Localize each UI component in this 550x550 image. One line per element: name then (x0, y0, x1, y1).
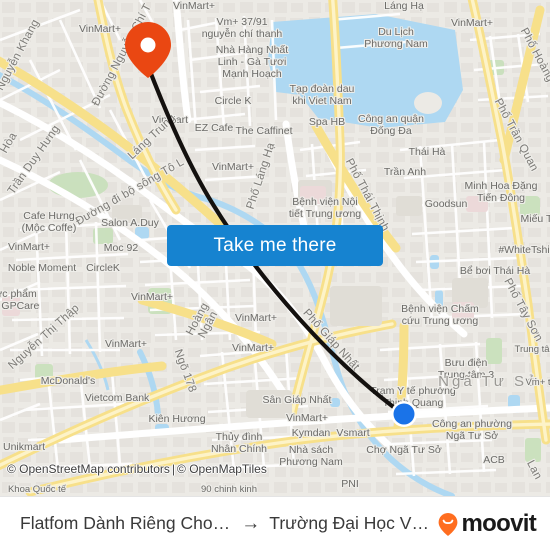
moovit-pin-icon (438, 512, 457, 536)
osm-attribution-link[interactable]: © OpenStreetMap contributors (7, 462, 170, 476)
moovit-logo[interactable]: moovit (435, 509, 537, 538)
map-canvas[interactable]: Nguyễn Khang Đường Nguyễn Chí T VinMart+ Vi… (0, 0, 550, 496)
take-me-there-button[interactable]: Take me there (167, 225, 383, 266)
moovit-wordmark: moovit (461, 509, 537, 537)
trip-summary[interactable]: Flatfom Dành Riêng Cho Xe… → Trường Đại … (20, 513, 435, 535)
map-attribution: © OpenStreetMap contributors | © OpenMapTi… (7, 462, 267, 476)
origin-pin[interactable] (125, 22, 171, 78)
arrow-right-icon: → (241, 512, 261, 534)
trip-destination-label: Trường Đại Học Văn … (269, 513, 434, 533)
openmaptiles-attribution-link[interactable]: © OpenMapTiles (177, 462, 267, 476)
trip-origin-label: Flatfom Dành Riêng Cho Xe… (20, 513, 232, 533)
destination-dot[interactable] (391, 401, 417, 427)
trip-footer-bar: Flatfom Dành Riêng Cho Xe… → Trường Đại … (0, 496, 550, 550)
attribution-separator: | (171, 462, 176, 476)
moovit-map-screen: Nguyễn Khang Đường Nguyễn Chí T VinMart+ Vi… (0, 0, 550, 550)
